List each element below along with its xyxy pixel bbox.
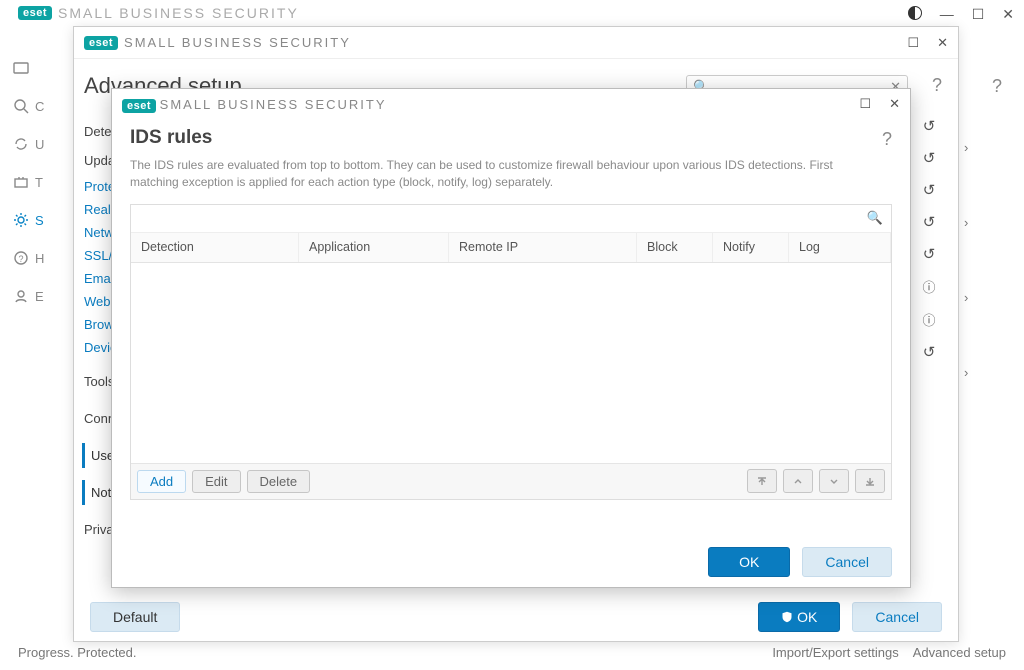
sidebar-item-overview[interactable] bbox=[5, 60, 65, 76]
cancel-button[interactable]: Cancel bbox=[852, 602, 942, 632]
minimize-icon[interactable]: — bbox=[940, 6, 954, 23]
move-bottom-icon bbox=[855, 469, 885, 493]
advanced-setup-footer: Default OK Cancel bbox=[74, 593, 958, 641]
default-button[interactable]: Default bbox=[90, 602, 180, 632]
app-name: SMALL BUSINESS SECURITY bbox=[124, 35, 351, 50]
reset-icon[interactable]: ↺ bbox=[923, 149, 936, 167]
move-up-icon bbox=[783, 469, 813, 493]
ids-rules-footer: OK Cancel bbox=[112, 537, 910, 587]
eset-pill-icon: eset bbox=[18, 6, 52, 20]
advanced-setup-link[interactable]: Advanced setup bbox=[913, 645, 1006, 660]
ok-button[interactable]: OK bbox=[708, 547, 790, 577]
status-text: Progress. Protected. bbox=[18, 645, 137, 660]
info-icon[interactable]: ⓘ bbox=[922, 310, 935, 329]
sidebar-label: H bbox=[35, 251, 44, 266]
ids-rules-window: eset SMALL BUSINESS SECURITY ☐ ✕ IDS rul… bbox=[111, 88, 911, 588]
advanced-setup-right-icons: ↺ ↺ ↺ ↺ ↺ ⓘ ⓘ ↺ bbox=[914, 117, 944, 361]
chevron-right-icon[interactable]: › bbox=[964, 290, 994, 305]
help-icon[interactable]: ? bbox=[882, 129, 892, 150]
ids-rules-panel: 🔍 Detection Application Remote IP Block … bbox=[130, 204, 892, 500]
sidebar-label: T bbox=[35, 175, 43, 190]
sidebar-item-setup[interactable]: S bbox=[5, 212, 65, 228]
col-application[interactable]: Application bbox=[299, 233, 449, 262]
chevron-right-icon[interactable]: › bbox=[964, 365, 994, 380]
main-sidebar: C U T S ?H E bbox=[0, 56, 70, 636]
eset-pill-icon: eset bbox=[84, 36, 118, 50]
ok-button[interactable]: OK bbox=[758, 602, 840, 632]
col-block[interactable]: Block bbox=[637, 233, 713, 262]
sidebar-label: E bbox=[35, 289, 44, 304]
maximize-icon[interactable]: ☐ bbox=[972, 6, 985, 23]
ids-rules-actions: Add Edit Delete bbox=[131, 463, 891, 499]
main-titlebar: eset SMALL BUSINESS SECURITY — ☐ ✕ bbox=[0, 0, 1024, 25]
ids-rules-search-row: 🔍 bbox=[131, 205, 891, 233]
ids-rules-window-controls: ☐ ✕ bbox=[859, 96, 900, 112]
bg-expand-arrows: › › › › bbox=[964, 140, 994, 380]
sidebar-item-scan[interactable]: C bbox=[5, 98, 65, 114]
close-icon[interactable]: ✕ bbox=[937, 35, 948, 51]
sidebar-item-update[interactable]: U bbox=[5, 136, 65, 152]
col-remote-ip[interactable]: Remote IP bbox=[449, 233, 637, 262]
ids-rules-titlebar: eset SMALL BUSINESS SECURITY ☐ ✕ bbox=[112, 89, 910, 119]
sidebar-label: C bbox=[35, 99, 44, 114]
chevron-right-icon[interactable]: › bbox=[964, 215, 994, 230]
sidebar-label: S bbox=[35, 213, 44, 228]
app-logo: eset SMALL BUSINESS SECURITY bbox=[18, 5, 299, 21]
col-log[interactable]: Log bbox=[789, 233, 891, 262]
delete-button: Delete bbox=[247, 470, 311, 493]
ids-rules-title: IDS rules bbox=[112, 119, 910, 149]
ids-rules-table-header: Detection Application Remote IP Block No… bbox=[131, 233, 891, 263]
bg-footer-links: Import/Export settings Advanced setup bbox=[772, 645, 1006, 660]
reset-icon[interactable]: ↺ bbox=[923, 117, 936, 135]
maximize-icon[interactable]: ☐ bbox=[859, 96, 871, 112]
edit-button: Edit bbox=[192, 470, 240, 493]
advanced-setup-titlebar: eset SMALL BUSINESS SECURITY ☐ ✕ bbox=[74, 27, 958, 59]
app-name: SMALL BUSINESS SECURITY bbox=[58, 5, 299, 21]
move-top-icon bbox=[747, 469, 777, 493]
close-icon[interactable]: ✕ bbox=[1002, 6, 1014, 23]
import-export-link[interactable]: Import/Export settings bbox=[772, 645, 898, 660]
move-down-icon bbox=[819, 469, 849, 493]
sidebar-item-account[interactable]: E bbox=[5, 288, 65, 304]
app-logo: eset SMALL BUSINESS SECURITY bbox=[84, 35, 351, 50]
app-logo: eset SMALL BUSINESS SECURITY bbox=[122, 97, 387, 112]
app-name: SMALL BUSINESS SECURITY bbox=[160, 97, 387, 112]
ids-rules-table-body bbox=[131, 263, 891, 463]
svg-text:?: ? bbox=[18, 254, 23, 264]
eset-pill-icon: eset bbox=[122, 99, 156, 113]
reset-icon[interactable]: ↺ bbox=[923, 245, 936, 263]
ids-rules-search-input[interactable] bbox=[139, 211, 867, 225]
reset-icon[interactable]: ↺ bbox=[923, 181, 936, 199]
close-icon[interactable]: ✕ bbox=[889, 96, 900, 112]
add-button[interactable]: Add bbox=[137, 470, 186, 493]
cancel-button[interactable]: Cancel bbox=[802, 547, 892, 577]
ok-label: OK bbox=[797, 609, 817, 625]
ids-rules-description: The IDS rules are evaluated from top to … bbox=[112, 149, 852, 204]
col-notify[interactable]: Notify bbox=[713, 233, 789, 262]
maximize-icon[interactable]: ☐ bbox=[907, 35, 919, 51]
col-detection[interactable]: Detection bbox=[131, 233, 299, 262]
reset-icon[interactable]: ↺ bbox=[923, 343, 936, 361]
contrast-icon[interactable] bbox=[908, 6, 922, 23]
order-buttons bbox=[747, 469, 885, 493]
main-window-controls: — ☐ ✕ bbox=[908, 6, 1014, 23]
help-icon[interactable]: ? bbox=[992, 76, 1002, 97]
chevron-right-icon[interactable]: › bbox=[964, 140, 994, 155]
search-icon[interactable]: 🔍 bbox=[867, 210, 883, 226]
reset-icon[interactable]: ↺ bbox=[923, 213, 936, 231]
sidebar-item-tools[interactable]: T bbox=[5, 174, 65, 190]
info-icon[interactable]: ⓘ bbox=[922, 277, 935, 296]
shield-icon bbox=[781, 611, 793, 623]
help-icon[interactable]: ? bbox=[932, 75, 942, 96]
advanced-setup-window-controls: ☐ ✕ bbox=[907, 35, 948, 51]
sidebar-item-help[interactable]: ?H bbox=[5, 250, 65, 266]
sidebar-label: U bbox=[35, 137, 44, 152]
